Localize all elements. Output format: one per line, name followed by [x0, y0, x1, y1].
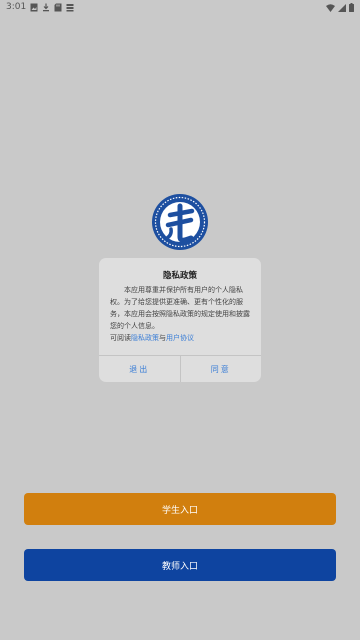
signal-icon	[338, 3, 346, 12]
dialog-body: 本应用尊重并保护所有用户的个人隐私权。为了给您提供更准确、更有个性化的服务，本应…	[110, 284, 252, 344]
status-bar: 3:01	[0, 0, 360, 16]
and-text: 与	[159, 334, 166, 342]
read-prefix: 可阅读	[110, 334, 131, 342]
school-logo	[152, 194, 208, 250]
system-icons	[326, 3, 354, 12]
dialog-actions: 退出 同意	[99, 355, 261, 382]
image-icon	[30, 3, 38, 12]
sd-card-icon	[54, 3, 62, 12]
student-entry-label: 学生入口	[161, 505, 198, 516]
exit-button[interactable]: 退出	[99, 356, 180, 382]
teacher-entry-button[interactable]: 教师入口	[24, 549, 336, 581]
teacher-entry-label: 教师入口	[161, 561, 198, 572]
status-time: 3:01	[6, 2, 27, 12]
user-agreement-link[interactable]: 用户协议	[166, 334, 194, 342]
storage-icon	[66, 4, 74, 12]
privacy-policy-link[interactable]: 隐私政策	[131, 334, 159, 342]
student-entry-button[interactable]: 学生入口	[24, 493, 336, 525]
wifi-icon	[326, 3, 335, 12]
dialog-title: 隐私政策	[162, 271, 197, 281]
download-icon	[43, 3, 49, 12]
dialog-body-text: 本应用尊重并保护所有用户的个人隐私权。为了给您提供更准确、更有个性化的服务，本应…	[110, 286, 250, 330]
battery-icon	[349, 3, 354, 12]
privacy-dialog: 隐私政策 本应用尊重并保护所有用户的个人隐私权。为了给您提供更准确、更有个性化的…	[99, 258, 261, 382]
notification-icons	[30, 3, 74, 12]
agree-button[interactable]: 同意	[179, 356, 262, 382]
